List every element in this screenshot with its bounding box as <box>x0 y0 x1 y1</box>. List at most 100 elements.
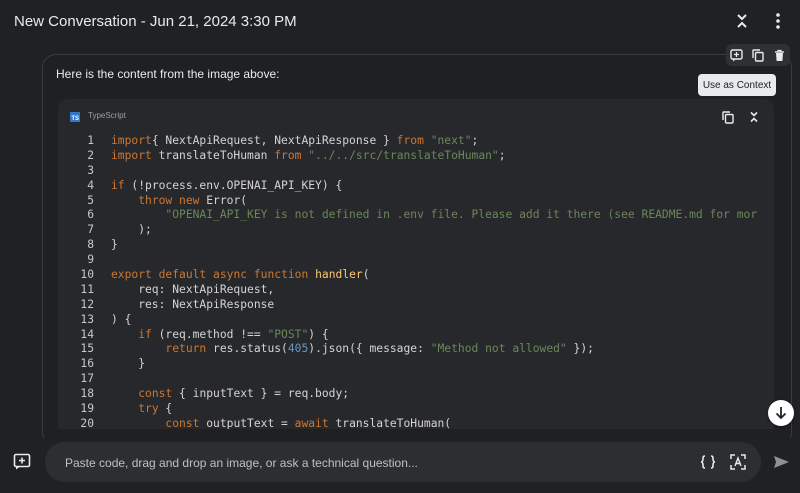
line-number: 13 <box>80 312 94 326</box>
code-token: 405 <box>287 342 309 356</box>
code-snippet-button[interactable] <box>699 453 717 471</box>
more-options-icon[interactable] <box>767 10 789 32</box>
code-language: TypeScript <box>88 111 126 120</box>
code-line: 4 if (!process.env.OPENAI_API_KEY) { <box>58 179 774 194</box>
line-number: 17 <box>80 372 94 386</box>
code-token: ; <box>471 134 479 147</box>
code-block: TS TypeScript 1 import{ NextApiRequest, N… <box>58 99 774 429</box>
code-token: const <box>138 387 173 401</box>
conversation-header: New Conversation - Jun 21, 2024 3:30 PM <box>0 0 800 44</box>
code-token: function <box>253 268 309 282</box>
code-token: new <box>179 193 200 207</box>
code-token: } <box>111 238 118 252</box>
line-number: 7 <box>87 223 94 237</box>
code-token: import <box>111 148 152 162</box>
image-text-button[interactable] <box>729 453 747 471</box>
copy-code-button[interactable] <box>720 109 736 125</box>
send-icon <box>773 456 789 468</box>
code-line: 16 } <box>58 357 774 372</box>
delete-message-button[interactable] <box>770 46 788 64</box>
code-token: outputText = <box>199 416 295 429</box>
code-line: 11 req: NextApiRequest, <box>58 283 774 298</box>
code-text: export default async function handler( <box>111 268 370 283</box>
code-text: if (req.method !== "POST") { <box>111 327 329 343</box>
collapse-code-button[interactable] <box>746 109 762 125</box>
code-line: 5 throw new Error( <box>58 194 774 209</box>
code-text: const { inputText } = req.body; <box>111 387 349 402</box>
code-token: import <box>111 134 152 147</box>
code-content: 1 import{ NextApiRequest, NextApiResponse… <box>58 134 774 429</box>
send-button[interactable] <box>771 452 791 472</box>
code-text: return res.status(405).json({ message: "… <box>111 342 594 357</box>
new-chat-button[interactable] <box>12 452 32 472</box>
code-token: translateToHuman( <box>328 416 452 429</box>
prompt-input[interactable] <box>63 442 667 484</box>
line-number: 15 <box>80 342 94 356</box>
code-text: "OPENAI_API_KEY is not defined in .env f… <box>111 208 757 223</box>
code-token: } <box>111 357 146 371</box>
code-token: export <box>111 268 152 282</box>
use-as-context-button[interactable] <box>728 46 746 64</box>
code-line: 20 const outputText = await translateToH… <box>58 417 774 429</box>
code-text: import{ NextApiRequest, NextApiResponse … <box>111 134 478 149</box>
line-number: 2 <box>87 148 94 162</box>
code-token: if <box>111 178 125 192</box>
code-token: from <box>274 148 302 162</box>
line-number: 11 <box>80 282 94 296</box>
line-number: 14 <box>80 327 94 341</box>
code-text: try { <box>111 402 172 417</box>
line-number: 1 <box>87 134 94 147</box>
code-line: 13 ) { <box>58 313 774 328</box>
code-token: res.status( <box>206 342 288 356</box>
code-token: (!process.env.OPENAI_API_KEY) { <box>124 178 343 192</box>
code-token: const <box>165 416 200 429</box>
code-text: res: NextApiResponse <box>111 298 274 313</box>
code-token: handler <box>315 268 363 282</box>
code-token: "next" <box>430 134 472 147</box>
code-token: "POST" <box>267 327 309 341</box>
code-line: 6 "OPENAI_API_KEY is not defined in .env… <box>58 208 774 223</box>
line-number: 19 <box>80 402 94 416</box>
line-number: 10 <box>80 268 94 282</box>
code-line: 3 <box>58 164 774 179</box>
line-number: 20 <box>80 416 94 429</box>
code-line: 19 try { <box>58 402 774 417</box>
copy-message-button[interactable] <box>749 46 767 64</box>
message-toolbar <box>726 44 790 66</box>
code-line: 10 export default async function handler( <box>58 268 774 283</box>
line-number: 4 <box>87 178 94 192</box>
line-number: 12 <box>80 297 94 311</box>
code-line: 7 ); <box>58 223 774 238</box>
collapse-icon[interactable] <box>731 10 753 32</box>
code-token: "Method not allowed" <box>430 342 567 356</box>
code-token: { <box>158 402 173 416</box>
typescript-icon: TS <box>70 112 80 122</box>
code-text: req: NextApiRequest, <box>111 283 274 298</box>
code-token: translateToHuman <box>151 148 275 162</box>
code-text: ) { <box>111 313 131 328</box>
line-number: 8 <box>87 238 94 252</box>
code-token: { inputText } = req.body; <box>172 387 350 401</box>
code-token: ); <box>111 223 152 237</box>
code-line: 9 <box>58 253 774 268</box>
scroll-down-button[interactable] <box>768 400 794 426</box>
code-text: import translateToHuman from "../../src/… <box>111 149 506 164</box>
prompt-input-wrapper <box>45 442 761 484</box>
code-token: }); <box>566 342 594 356</box>
code-token: throw <box>138 193 173 207</box>
code-text: } <box>111 238 118 253</box>
code-text: throw new Error( <box>111 194 247 209</box>
code-token: async <box>213 268 248 282</box>
code-line: 8} <box>58 238 774 253</box>
code-token: default <box>158 268 207 282</box>
code-text: } <box>111 357 145 372</box>
code-line: 15 return res.status(405).json({ message… <box>58 342 774 357</box>
code-token: ) { <box>308 327 329 341</box>
